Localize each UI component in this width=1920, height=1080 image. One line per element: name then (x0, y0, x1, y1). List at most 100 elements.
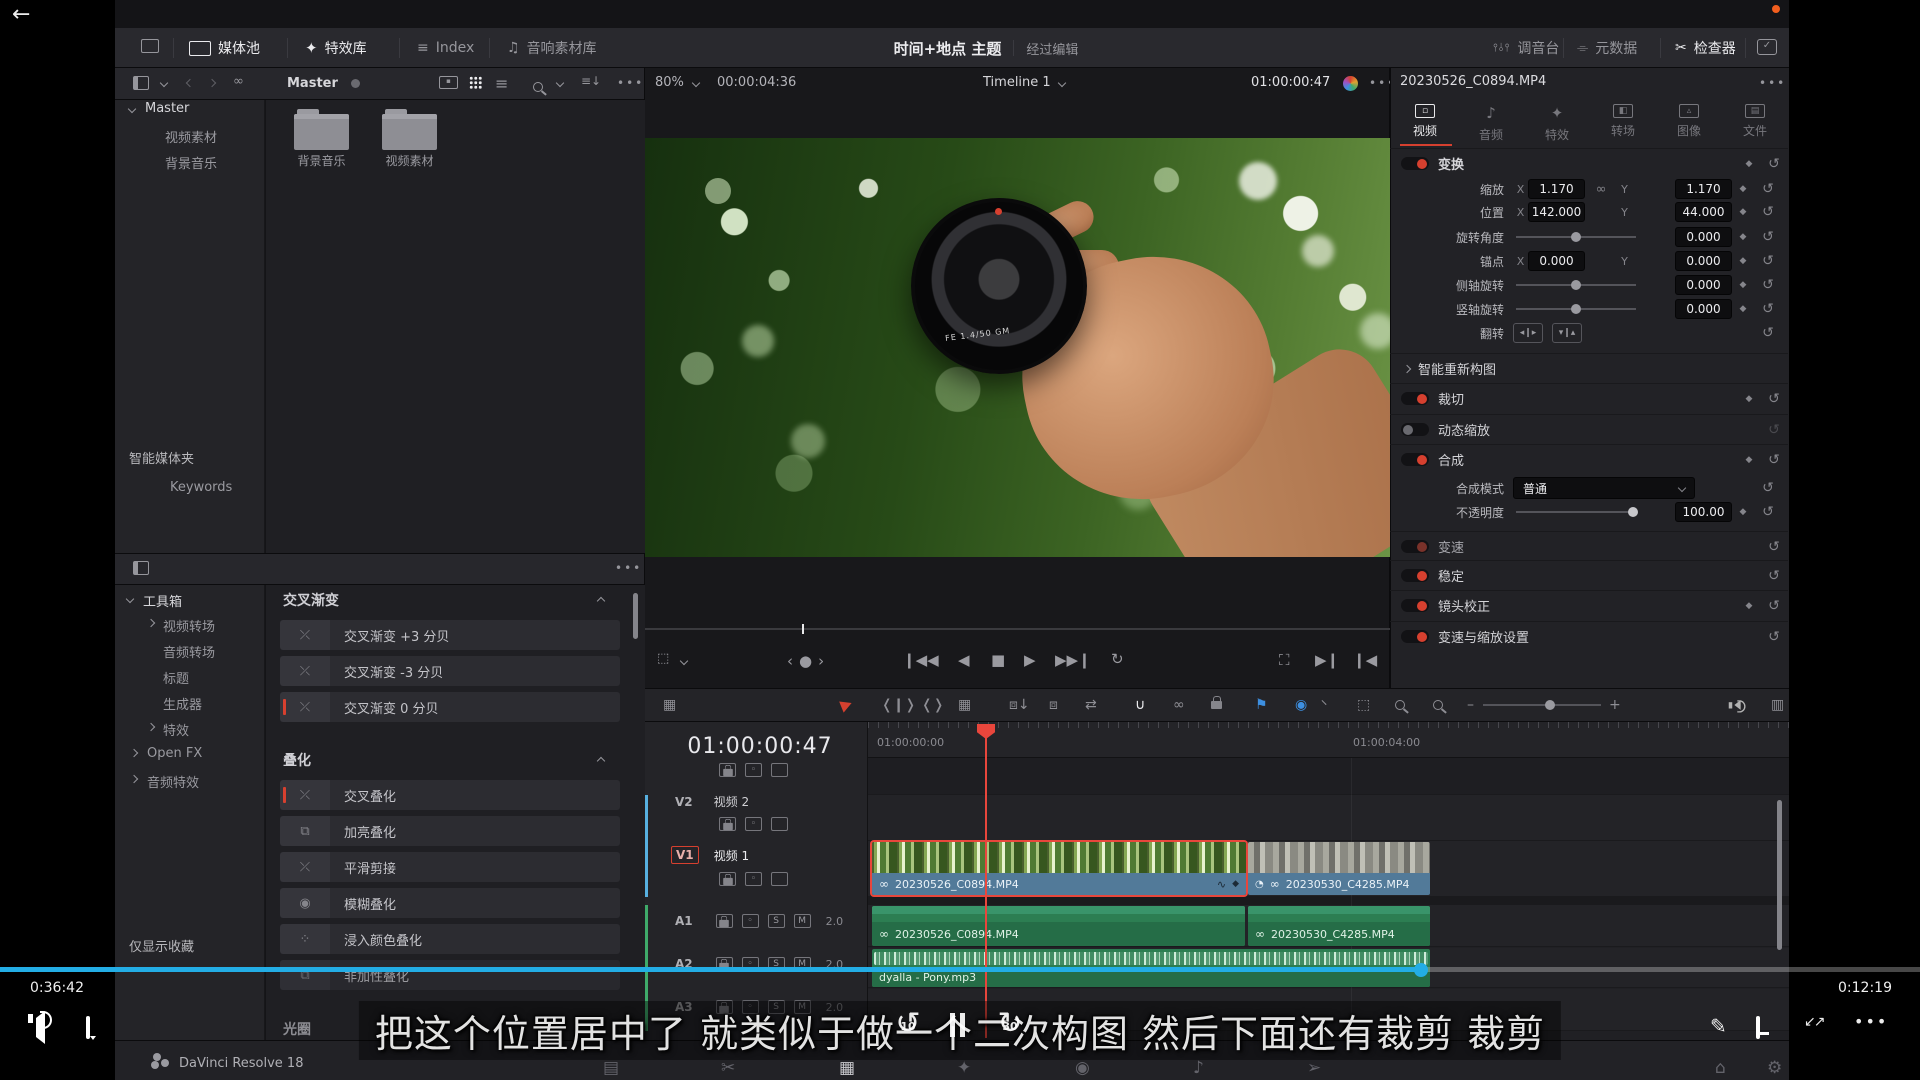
dynamic-zoom-toggle[interactable] (1401, 423, 1429, 436)
playhead-line[interactable] (985, 726, 987, 1038)
checkbox-panel-icon[interactable]: ✓ (1757, 39, 1777, 55)
tree-item-video-transitions[interactable]: 视频转场 (163, 616, 215, 635)
replace-clip-icon[interactable]: ⇄ (1085, 688, 1097, 722)
sort-icon[interactable]: ≡↓ (581, 74, 601, 88)
auto-select-icon[interactable]: ◦ (745, 763, 762, 777)
position-x-field[interactable]: 142.000 (1528, 202, 1585, 222)
timeline-view-icon[interactable]: ▦ (663, 688, 676, 722)
monitor-icon[interactable] (141, 39, 159, 53)
reset-icon[interactable]: ↺ (1754, 229, 1782, 245)
reset-icon[interactable]: ↺ (1754, 181, 1782, 197)
page-fairlight-icon[interactable]: ♪ (1193, 1058, 1204, 1078)
flip-vertical-button[interactable]: ▾❙▴ (1552, 323, 1582, 343)
first-frame-button[interactable]: ❙◀◀ (903, 651, 939, 669)
effects-more-icon[interactable]: ••• (615, 561, 642, 575)
effects-sidebar-icon[interactable] (133, 561, 149, 575)
player-more-icon[interactable]: ••• (1854, 1012, 1888, 1031)
transform-toggle[interactable] (1401, 157, 1429, 170)
yaw-field[interactable]: 0.000 (1675, 299, 1732, 319)
timeline-clip-a1-1[interactable]: ∞ 20230526_C0894.MP4 (872, 906, 1245, 946)
keyframe-diamond-icon[interactable]: ◆ (1732, 184, 1754, 194)
timeline-clip-v1-2[interactable]: ◔ ∞ 20230530_C4285.MP4 (1248, 842, 1430, 895)
flip-horizontal-button[interactable]: ◂❙▸ (1513, 323, 1543, 343)
skip-forward-30-button[interactable]: ↻ 30 (988, 1004, 1032, 1048)
viewer-scrub-bar[interactable] (645, 628, 1390, 630)
play-from-start-icon[interactable]: ❙◀ (1353, 651, 1377, 669)
lock-icon[interactable] (719, 817, 736, 831)
smart-reframe-section[interactable]: 智能重新构图 (1390, 353, 1788, 383)
reset-icon[interactable]: ↺ (1760, 391, 1788, 407)
zoom-box-icon[interactable] (1395, 688, 1405, 722)
solo-button[interactable]: S (767, 914, 785, 928)
zoom-in-icon[interactable]: + (1609, 688, 1621, 722)
trim-edit-icon[interactable]: ❬❙❭ (881, 688, 916, 722)
relink-icon[interactable]: ∞ (233, 74, 244, 89)
reset-icon[interactable]: ↺ (1754, 253, 1782, 269)
player-volume-icon[interactable] (36, 1011, 45, 1044)
tab-image[interactable]: ▵ 图像 (1658, 100, 1720, 144)
timeline-scrollbar[interactable] (1777, 800, 1782, 950)
pitch-field[interactable]: 0.000 (1675, 275, 1732, 295)
collapse-icon[interactable] (596, 756, 606, 766)
crop-tool-icon[interactable]: ⬚ (657, 651, 669, 666)
player-progress-bar[interactable] (0, 967, 1920, 972)
transition-item[interactable]: ⤫ 交叉渐变 -3 分贝 (280, 656, 620, 686)
settings-gear-icon[interactable]: ⚙ (1767, 1058, 1782, 1078)
track-header-v2[interactable]: V2 视频 2 (675, 793, 749, 810)
reset-icon[interactable]: ↺ (1760, 156, 1788, 172)
reset-icon[interactable]: ↺ (1760, 629, 1788, 645)
reset-icon[interactable]: ↺ (1760, 598, 1788, 614)
transition-item[interactable]: ⤫ 交叉渐变 +3 分贝 (280, 620, 620, 650)
tree-item-effects[interactable]: 特效 (163, 720, 189, 739)
player-comment-icon[interactable] (86, 1016, 90, 1039)
home-icon[interactable]: ⌂ (1715, 1058, 1726, 1078)
player-back-icon[interactable]: ← (12, 2, 30, 27)
search-icon[interactable] (533, 82, 543, 92)
tab-transition[interactable]: ◧ 转场 (1592, 100, 1654, 144)
opacity-slider[interactable] (1516, 507, 1638, 517)
player-subtitle-icon[interactable] (1756, 1016, 1760, 1039)
favorites-only-label[interactable]: 仅显示收藏 (129, 936, 194, 955)
reset-icon[interactable]: ↺ (1754, 325, 1782, 341)
rotation-slider[interactable] (1516, 232, 1636, 242)
keyframe-diamond-icon[interactable]: ◆ (1732, 232, 1754, 242)
page-color-icon[interactable]: ◉ (1075, 1058, 1090, 1078)
transition-item[interactable]: ⧉ 非加性叠化 (280, 960, 620, 990)
player-edit-pencil-icon[interactable]: ✎ (1710, 1014, 1727, 1038)
curve-icon[interactable]: ∿ (1217, 878, 1226, 891)
composite-mode-select[interactable]: 普通 (1513, 477, 1695, 499)
mixer-button[interactable]: ⫯⫰⫯ 调音台 (1493, 28, 1559, 68)
marker-icon[interactable]: ◉ (1295, 688, 1307, 722)
link-clips-icon[interactable]: ∞ (1173, 688, 1185, 722)
timeline-zoom-slider[interactable] (1483, 700, 1601, 710)
anchor-x-field[interactable]: 0.000 (1528, 251, 1585, 271)
transition-item[interactable]: ⤫ 平滑剪接 (280, 852, 620, 882)
transition-item[interactable]: ⤫ 交叉渐变 0 分贝 (280, 692, 620, 722)
timeline-panel-icon[interactable]: ▥ (1771, 688, 1784, 722)
keyframe-diamond-icon[interactable]: ◆ (1732, 280, 1754, 290)
crop-toggle[interactable] (1401, 392, 1429, 405)
reset-icon[interactable]: ↺ (1760, 422, 1788, 438)
speed-toggle[interactable] (1401, 540, 1429, 553)
transition-item[interactable]: ◉ 模糊叠化 (280, 888, 620, 918)
stop-button[interactable]: ■ (991, 651, 1005, 669)
player-shrink-icon[interactable]: ↙↗ (1804, 1014, 1826, 1030)
lock-icon[interactable] (719, 872, 736, 886)
track-lane-v2[interactable] (868, 795, 1789, 841)
reset-icon[interactable]: ↺ (1760, 539, 1788, 555)
index-button[interactable]: ≡ Index (417, 28, 474, 68)
timeline-ruler[interactable] (868, 722, 1789, 758)
overwrite-clip-icon[interactable]: ⧈ (1049, 688, 1058, 722)
tree-item-openfx[interactable]: Open FX (147, 746, 202, 761)
tab-video[interactable]: ▫ 视频 (1394, 100, 1456, 144)
track-header-a1[interactable]: A1 ◦ S M 2.0 (675, 914, 843, 928)
inspector-button[interactable]: ✂ 检查器 (1675, 28, 1736, 68)
skip-back-10-button[interactable]: ↺ 10 (886, 1004, 930, 1048)
mute-button[interactable]: M (793, 914, 811, 928)
link-icon[interactable]: ∞ (1585, 182, 1617, 197)
keyframe-icon[interactable]: ◆ (1232, 879, 1239, 889)
timeline-selector[interactable]: Timeline 1 (983, 75, 1051, 90)
reset-icon[interactable]: ↺ (1754, 204, 1782, 220)
retime-toggle[interactable] (1401, 630, 1429, 643)
keyframe-diamond-icon[interactable]: ◆ (1738, 455, 1760, 465)
